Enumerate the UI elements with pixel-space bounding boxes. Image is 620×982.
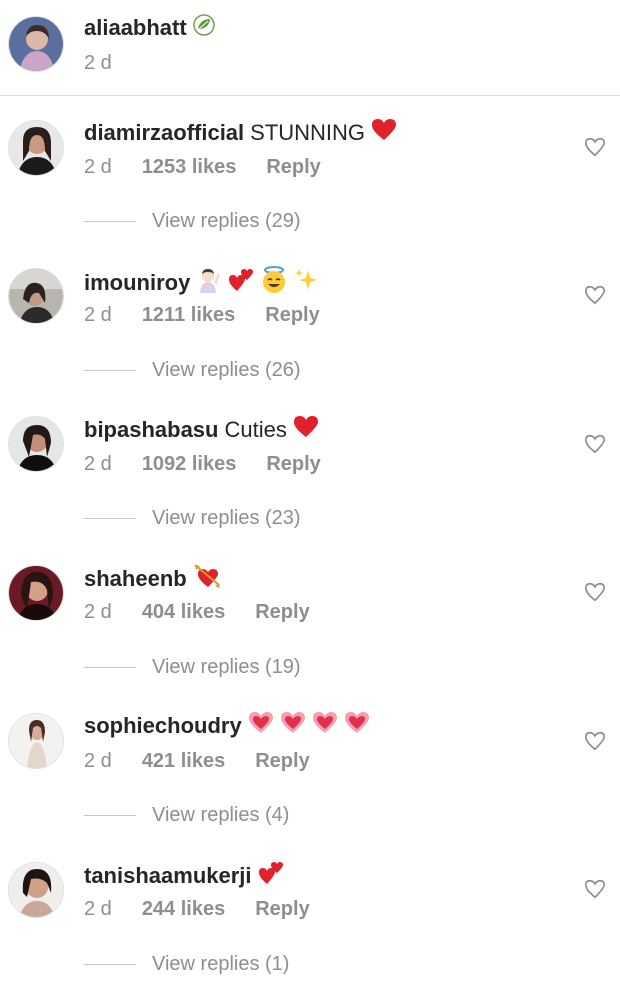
view-replies-link[interactable]: View replies (4) <box>84 804 289 827</box>
comment-text: Cuties <box>224 416 287 442</box>
like-heart-icon[interactable] <box>584 136 606 158</box>
view-replies-label[interactable]: View replies (19) <box>152 656 301 679</box>
view-replies-link[interactable]: View replies (26) <box>84 359 301 382</box>
avatar[interactable] <box>8 120 64 176</box>
comment-username[interactable]: imouniroy <box>84 270 190 296</box>
growing-heart-icon <box>248 711 274 740</box>
comment-time: 2 d <box>84 304 112 326</box>
reply-button[interactable]: Reply <box>255 750 309 772</box>
divider <box>84 964 136 965</box>
comment-text-line: imouniroy <box>84 266 318 299</box>
comment-username[interactable]: bipashabasu <box>84 417 218 443</box>
reply-button[interactable]: Reply <box>266 156 320 178</box>
comment-text: STUNNING <box>250 119 366 145</box>
like-heart-icon[interactable] <box>584 433 606 455</box>
likes-count[interactable]: 1211 likes <box>142 304 235 326</box>
growing-heart-icon <box>344 711 370 740</box>
avatar[interactable] <box>8 16 64 72</box>
comment-time: 2 d <box>84 601 112 623</box>
smiling-halo-icon <box>260 266 288 299</box>
view-replies-label[interactable]: View replies (26) <box>152 359 301 382</box>
avatar[interactable] <box>8 862 64 918</box>
divider <box>84 221 136 222</box>
divider <box>84 815 136 816</box>
like-heart-icon[interactable] <box>584 284 606 306</box>
likes-count[interactable]: 1092 likes <box>142 453 237 475</box>
comment-text-line: shaheenb <box>84 563 221 594</box>
comment-text-line: diamirzaofficial STUNNING <box>84 118 397 147</box>
reply-button[interactable]: Reply <box>266 453 320 475</box>
view-replies-link[interactable]: View replies (19) <box>84 656 301 679</box>
reply-button[interactable]: Reply <box>255 601 309 623</box>
view-replies-link[interactable]: View replies (23) <box>84 507 301 530</box>
growing-heart-icon <box>312 711 338 740</box>
comment-meta: 2 d 1092 likes Reply <box>84 453 321 476</box>
view-replies-label[interactable]: View replies (4) <box>152 804 289 827</box>
comment-meta: 2 d 1253 likes Reply <box>84 156 321 179</box>
comment-meta: 2 d 404 likes Reply <box>84 601 310 624</box>
sparkles-icon <box>294 268 318 297</box>
comment-text-line: sophiechoudry <box>84 711 370 740</box>
comment-meta: 2 d 1211 likes Reply <box>84 304 320 327</box>
leaf-icon <box>192 14 215 41</box>
post-caption: aliaabhatt <box>84 14 215 41</box>
red-heart-icon <box>371 118 397 147</box>
view-replies-label[interactable]: View replies (23) <box>152 507 301 530</box>
avatar[interactable] <box>8 416 64 472</box>
likes-count[interactable]: 421 likes <box>142 750 225 772</box>
divider <box>84 518 136 519</box>
two-hearts-icon <box>228 267 254 298</box>
likes-count[interactable]: 244 likes <box>142 898 225 920</box>
comment-text-line: tanishaamukerji <box>84 860 284 891</box>
reply-button[interactable]: Reply <box>255 898 309 920</box>
like-heart-icon[interactable] <box>584 878 606 900</box>
comment-time: 2 d <box>84 453 112 475</box>
two-hearts-icon <box>258 860 284 891</box>
likes-count[interactable]: 1253 likes <box>142 156 237 178</box>
avatar[interactable] <box>8 268 64 324</box>
view-replies-link[interactable]: View replies (1) <box>84 953 289 976</box>
comment-meta: 2 d 244 likes Reply <box>84 898 310 921</box>
like-heart-icon[interactable] <box>584 730 606 752</box>
like-heart-icon[interactable] <box>584 581 606 603</box>
comment-username[interactable]: shaheenb <box>84 566 187 592</box>
view-replies-label[interactable]: View replies (29) <box>152 210 301 233</box>
post-time: 2 d <box>84 52 112 74</box>
red-heart-icon <box>293 415 319 444</box>
comment-username[interactable]: tanishaamukerji <box>84 863 252 889</box>
avatar[interactable] <box>8 565 64 621</box>
heart-with-arrow-icon <box>193 563 221 594</box>
likes-count[interactable]: 404 likes <box>142 601 225 623</box>
divider <box>84 667 136 668</box>
comment-meta: 2 d 421 likes Reply <box>84 750 310 773</box>
raising-hand-icon <box>196 267 222 298</box>
comment-time: 2 d <box>84 898 112 920</box>
divider <box>84 370 136 371</box>
reply-button[interactable]: Reply <box>265 304 319 326</box>
comment-username[interactable]: diamirzaofficial <box>84 120 244 146</box>
growing-heart-icon <box>280 711 306 740</box>
post-header: aliaabhatt 2 d <box>0 0 620 96</box>
comment-username[interactable]: sophiechoudry <box>84 713 242 739</box>
view-replies-link[interactable]: View replies (29) <box>84 210 301 233</box>
avatar[interactable] <box>8 713 64 769</box>
comment-time: 2 d <box>84 156 112 178</box>
comment-time: 2 d <box>84 750 112 772</box>
view-replies-label[interactable]: View replies (1) <box>152 953 289 976</box>
comment-text-line: bipashabasu Cuties <box>84 415 319 444</box>
post-username[interactable]: aliaabhatt <box>84 15 187 41</box>
